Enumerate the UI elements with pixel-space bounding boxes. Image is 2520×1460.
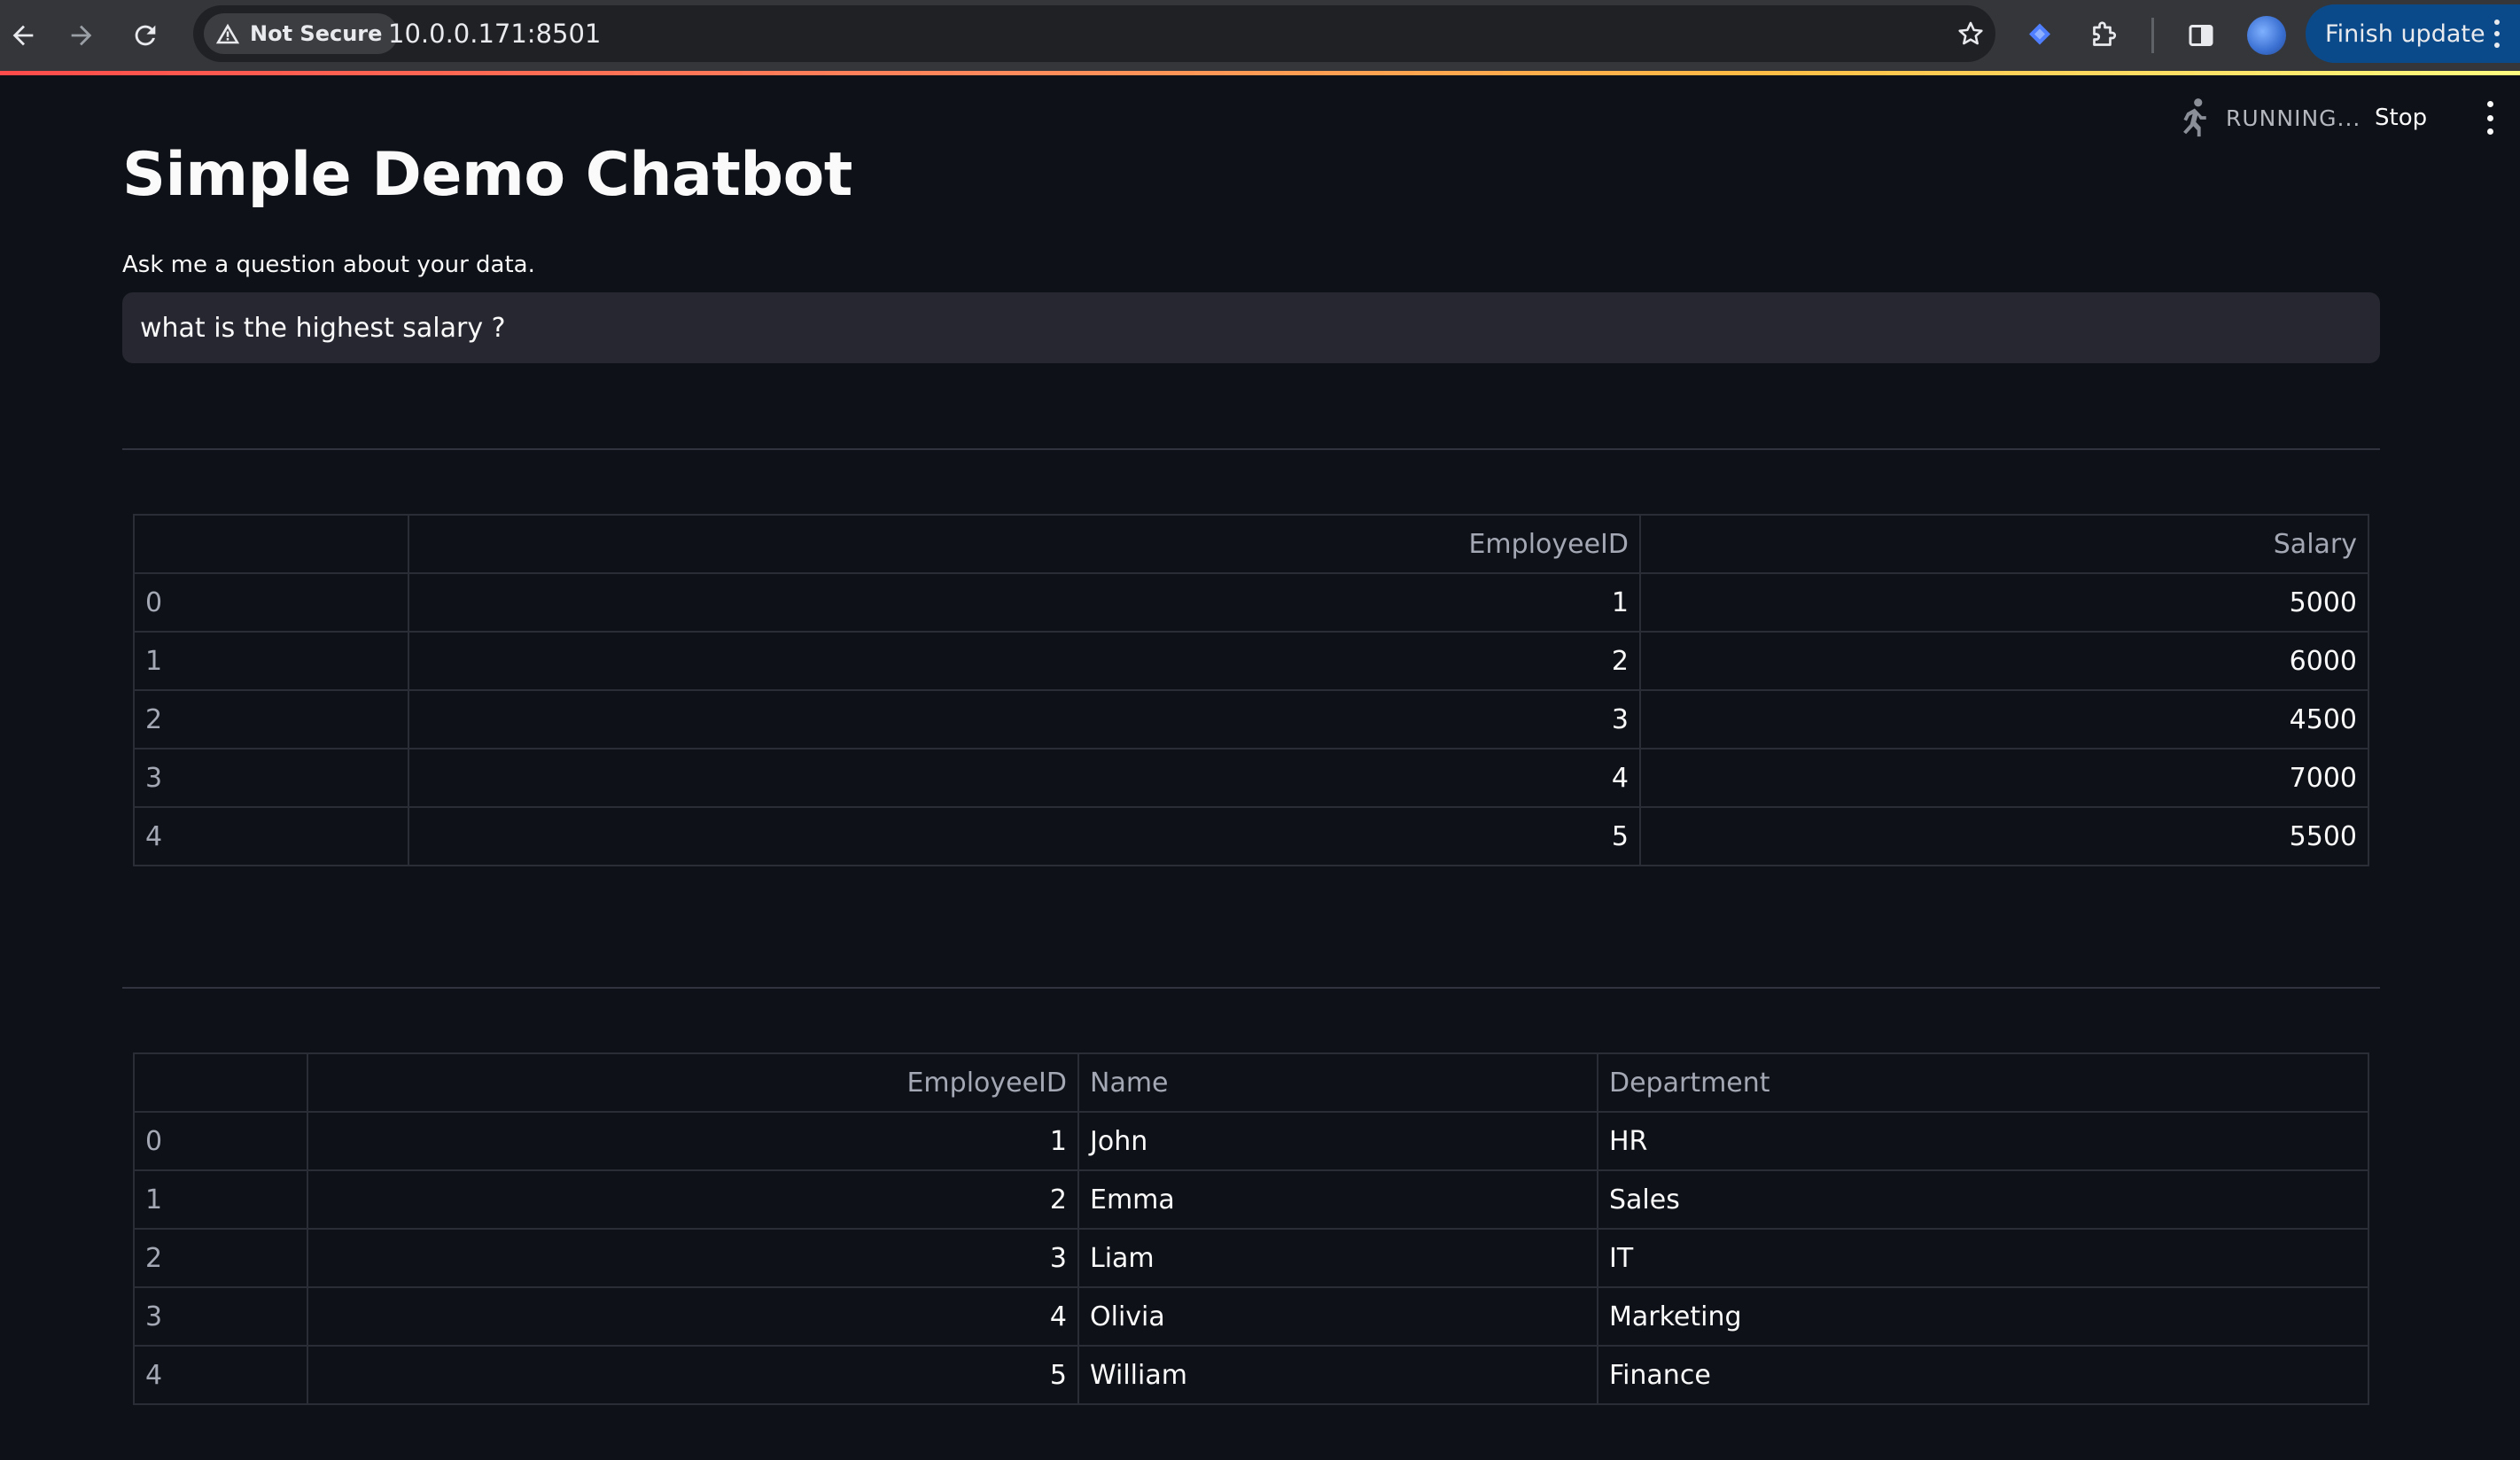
cell-department[interactable]: HR: [1597, 1111, 2369, 1171]
side-panel-icon: [2189, 25, 2213, 46]
index-header: [133, 1052, 308, 1113]
star-icon: [1958, 21, 1983, 45]
cell-employeeid[interactable]: 4: [307, 1286, 1079, 1347]
column-header[interactable]: Name: [1077, 1052, 1598, 1113]
stop-button[interactable]: Stop: [2375, 99, 2427, 136]
cell-salary[interactable]: 4500: [1639, 689, 2369, 749]
browser-menu-icon[interactable]: [2493, 19, 2501, 48]
table-row: 1 2 6000: [133, 631, 2369, 691]
cell-name[interactable]: William: [1077, 1345, 1598, 1405]
extension-button[interactable]: [2018, 14, 2061, 57]
finish-update-label: Finish update: [2325, 19, 2485, 48]
reload-button[interactable]: [122, 12, 168, 58]
index-header: [133, 514, 409, 574]
cell-employeeid[interactable]: 1: [307, 1111, 1079, 1171]
finish-update-button[interactable]: Finish update: [2306, 4, 2520, 63]
cell-salary[interactable]: 7000: [1639, 748, 2369, 808]
cell-employeeid[interactable]: 1: [408, 572, 1641, 633]
security-chip[interactable]: Not Secure: [204, 13, 399, 54]
row-index: 3: [133, 748, 409, 808]
divider-1: [122, 448, 2380, 450]
running-status: RUNNING...: [2173, 94, 2361, 142]
puzzle-icon: [2093, 21, 2117, 46]
address-bar[interactable]: Not Secure 10.0.0.171:8501: [193, 5, 1995, 62]
main-menu-icon[interactable]: [2481, 101, 2499, 135]
row-index: 0: [133, 1111, 308, 1171]
profile-avatar[interactable]: [2247, 16, 2286, 55]
diamond-extension-icon: [2029, 23, 2050, 45]
arrow-left-icon: [12, 25, 34, 46]
row-index: 2: [133, 1228, 308, 1288]
cell-employeeid[interactable]: 5: [408, 806, 1641, 866]
row-index: 0: [133, 572, 409, 633]
row-index: 4: [133, 806, 409, 866]
forward-button[interactable]: [58, 12, 105, 58]
row-index: 1: [133, 631, 409, 691]
table-row: 0 1 5000: [133, 572, 2369, 633]
back-button[interactable]: [0, 12, 46, 58]
question-input[interactable]: [122, 292, 2380, 363]
cell-salary[interactable]: 6000: [1639, 631, 2369, 691]
cell-department[interactable]: Marketing: [1597, 1286, 2369, 1347]
cell-salary[interactable]: 5500: [1639, 806, 2369, 866]
extensions-button[interactable]: [2082, 14, 2125, 57]
cell-department[interactable]: IT: [1597, 1228, 2369, 1288]
reload-icon: [135, 25, 156, 46]
row-index: 3: [133, 1286, 308, 1347]
table-header-row: EmployeeID Salary: [133, 514, 2369, 574]
arrow-right-icon: [71, 25, 92, 46]
table-row: 2 3 4500: [133, 689, 2369, 749]
cell-department[interactable]: Finance: [1597, 1345, 2369, 1405]
table-header-row: EmployeeID Name Department: [133, 1052, 2369, 1113]
cell-department[interactable]: Sales: [1597, 1169, 2369, 1230]
cell-name[interactable]: John: [1077, 1111, 1598, 1171]
bookmark-button[interactable]: [1951, 14, 1990, 53]
url-text[interactable]: 10.0.0.171:8501: [388, 19, 601, 49]
cell-employeeid[interactable]: 3: [408, 689, 1641, 749]
table-row: 4 5 5500: [133, 806, 2369, 866]
salary-dataframe[interactable]: EmployeeID Salary 0 1 5000 1 2 6000 2 3 …: [133, 514, 2369, 866]
page-title: Simple Demo Chatbot: [122, 140, 852, 210]
column-header[interactable]: EmployeeID: [307, 1052, 1079, 1113]
divider-2: [122, 987, 2380, 989]
running-label: RUNNING...: [2226, 105, 2361, 131]
table-row: 0 1 John HR: [133, 1111, 2369, 1171]
row-index: 2: [133, 689, 409, 749]
cell-employeeid[interactable]: 3: [307, 1228, 1079, 1288]
cell-employeeid[interactable]: 4: [408, 748, 1641, 808]
table-row: 2 3 Liam IT: [133, 1228, 2369, 1288]
cell-employeeid[interactable]: 5: [307, 1345, 1079, 1405]
table-row: 4 5 William Finance: [133, 1345, 2369, 1405]
warning-triangle-icon: [215, 23, 240, 44]
question-label: Ask me a question about your data.: [122, 252, 535, 278]
toolbar-divider: [2151, 18, 2154, 53]
column-header[interactable]: EmployeeID: [408, 514, 1641, 574]
cell-employeeid[interactable]: 2: [408, 631, 1641, 691]
browser-toolbar: Not Secure 10.0.0.171:8501 Finish update: [0, 0, 2520, 71]
cell-name[interactable]: Emma: [1077, 1169, 1598, 1230]
row-index: 1: [133, 1169, 308, 1230]
cell-name[interactable]: Olivia: [1077, 1286, 1598, 1347]
table-row: 3 4 7000: [133, 748, 2369, 808]
table-row: 3 4 Olivia Marketing: [133, 1286, 2369, 1347]
row-index: 4: [133, 1345, 308, 1405]
cell-name[interactable]: Liam: [1077, 1228, 1598, 1288]
running-person-icon: [2183, 98, 2206, 137]
loading-progress-line: [0, 71, 2520, 75]
cell-employeeid[interactable]: 2: [307, 1169, 1079, 1230]
side-panel-button[interactable]: [2180, 14, 2222, 57]
employee-dataframe[interactable]: EmployeeID Name Department 0 1 John HR 1…: [133, 1052, 2369, 1405]
table-row: 1 2 Emma Sales: [133, 1169, 2369, 1230]
column-header[interactable]: Department: [1597, 1052, 2369, 1113]
security-label: Not Secure: [250, 21, 383, 46]
cell-salary[interactable]: 5000: [1639, 572, 2369, 633]
column-header[interactable]: Salary: [1639, 514, 2369, 574]
